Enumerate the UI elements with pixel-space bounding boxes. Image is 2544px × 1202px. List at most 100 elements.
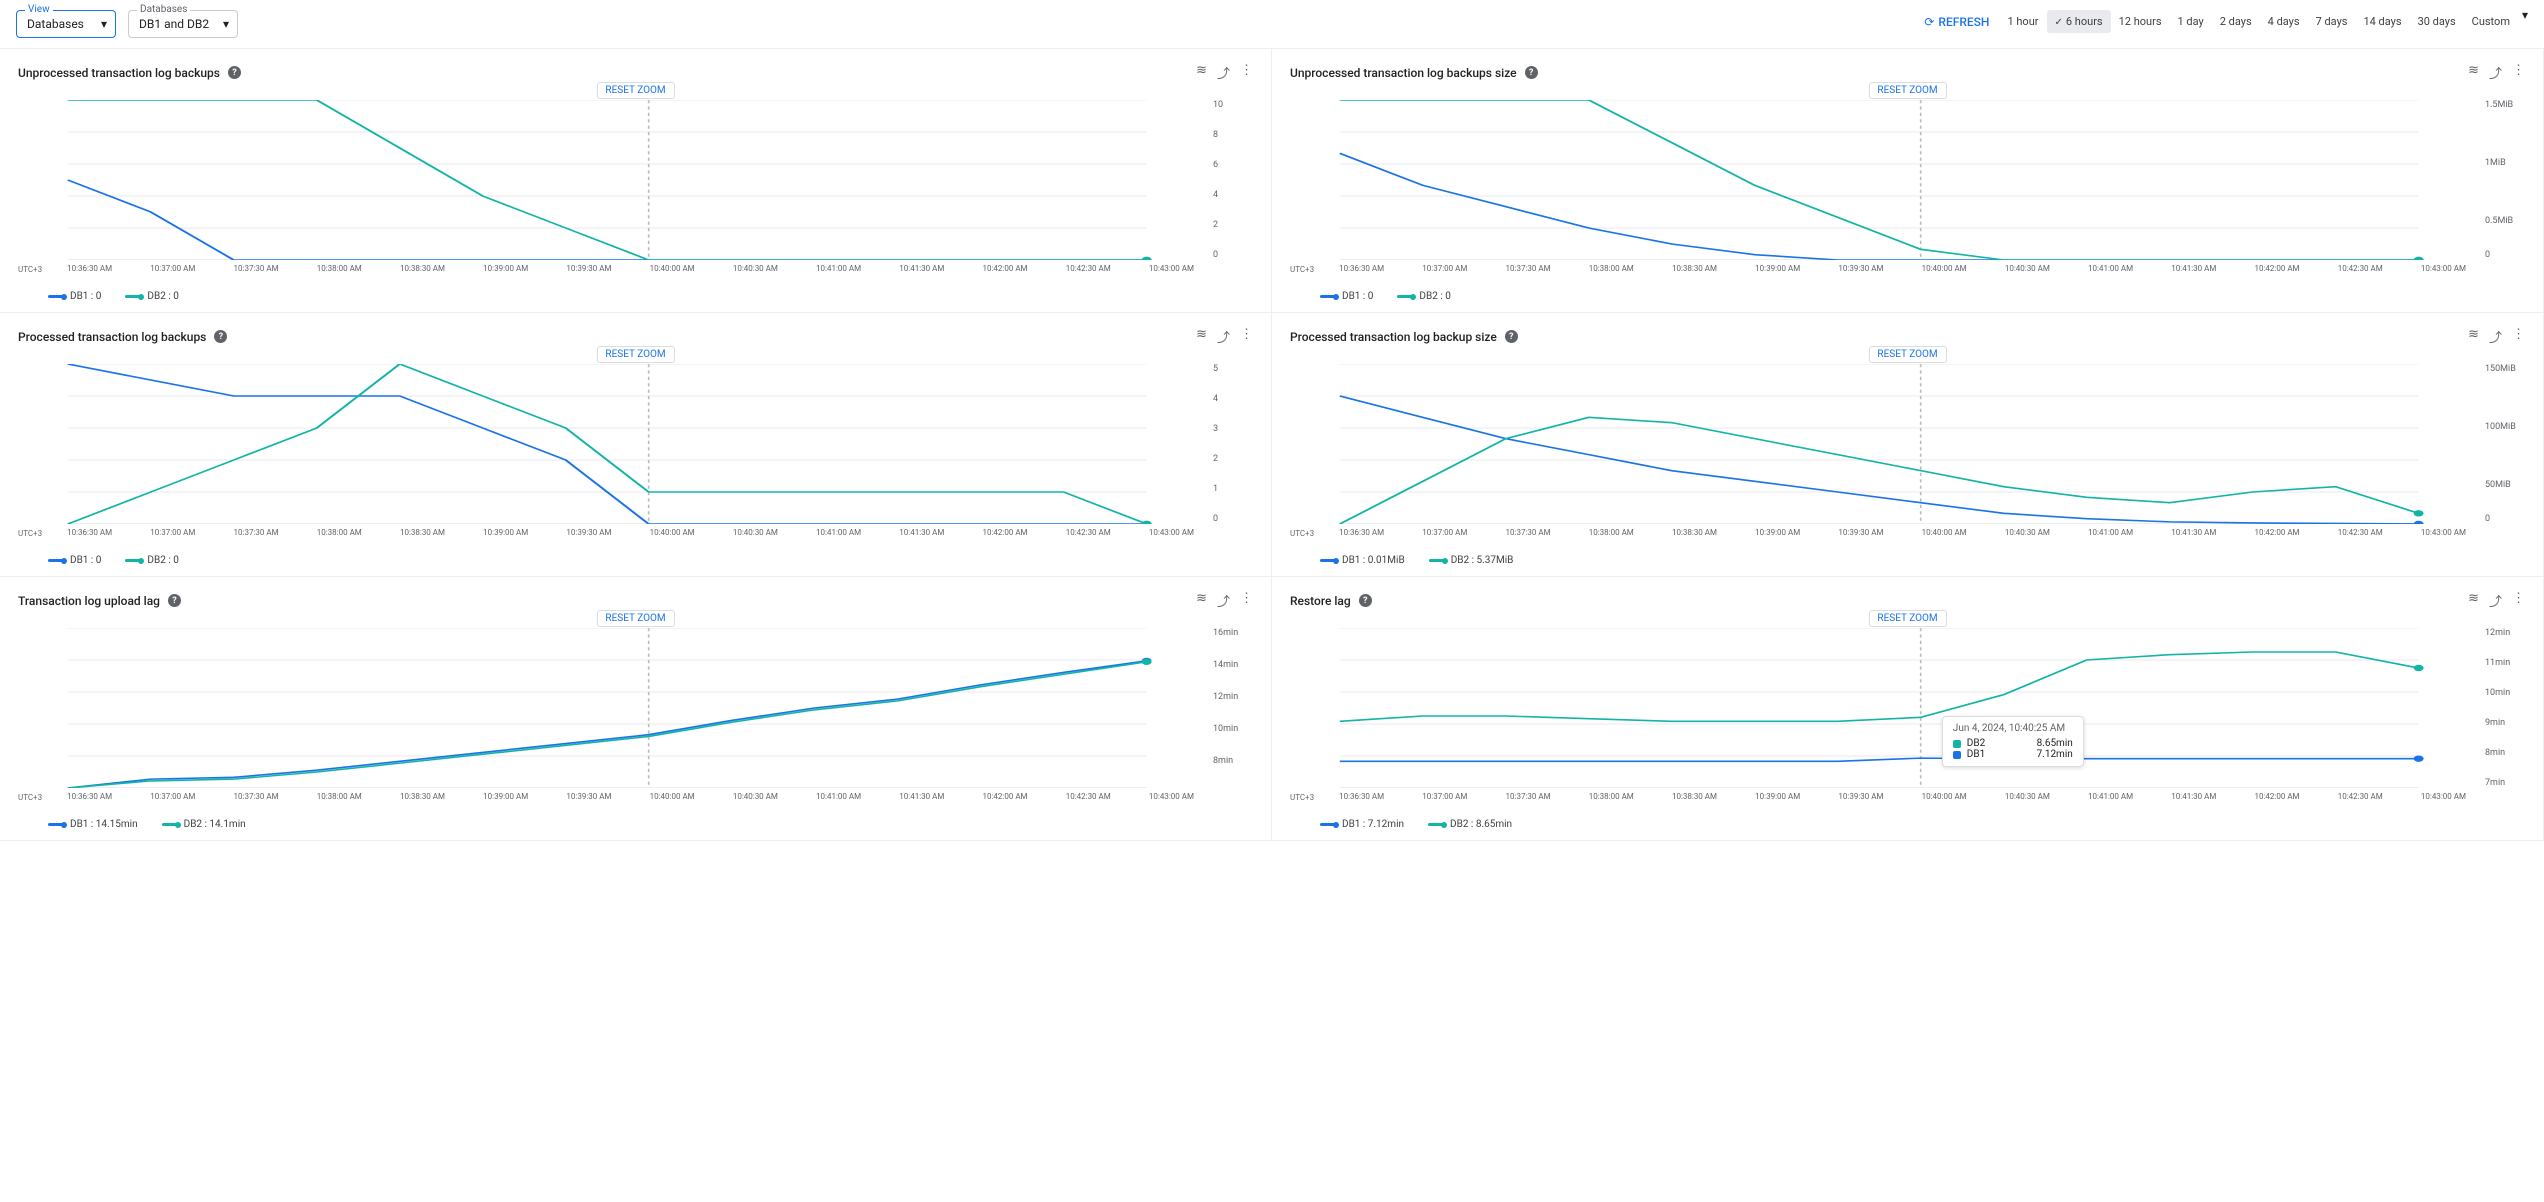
expand-legend-icon[interactable]: ≋ <box>2468 63 2479 82</box>
more-menu-icon[interactable]: ⋮ <box>1240 591 1253 610</box>
share-icon[interactable]: ⤴ <box>1217 327 1230 346</box>
view-dropdown-value: Databases <box>27 17 84 31</box>
more-menu-icon[interactable]: ⋮ <box>1240 327 1253 346</box>
reset-zoom-button[interactable]: RESET ZOOM <box>596 82 674 99</box>
reset-zoom-button[interactable]: RESET ZOOM <box>1868 610 1946 627</box>
chart-legend: DB1 : 0.01MiB DB2 : 5.37MiB <box>1290 555 2525 566</box>
time-range-bar: ⟳ REFRESH 1 hour6 hours12 hours1 day2 da… <box>1916 10 2528 33</box>
time-range-7-days[interactable]: 7 days <box>2308 10 2356 33</box>
legend-swatch <box>1953 740 1961 748</box>
legend-label: DB1 : 0 <box>70 555 101 566</box>
databases-dropdown[interactable]: Databases DB1 and DB2 ▾ <box>128 10 238 38</box>
share-icon[interactable]: ⤴ <box>2489 591 2502 610</box>
legend-item-DB1[interactable]: DB1 : 14.15min <box>48 819 138 830</box>
view-dropdown[interactable]: View Databases ▾ <box>16 10 116 38</box>
expand-legend-icon[interactable]: ≋ <box>1196 63 1207 82</box>
filter-bar: View Databases ▾ Databases DB1 and DB2 ▾… <box>0 0 2544 49</box>
share-icon[interactable]: ⤴ <box>1217 591 1230 610</box>
legend-item-DB2[interactable]: DB2 : 0 <box>125 555 178 566</box>
legend-item-DB2[interactable]: DB2 : 14.1min <box>162 819 246 830</box>
expand-legend-icon[interactable]: ≋ <box>1196 327 1207 346</box>
legend-swatch <box>1953 751 1961 759</box>
legend-label: DB1 : 0 <box>1342 291 1373 302</box>
chart-legend: DB1 : 7.12min DB2 : 8.65min <box>1290 819 2525 830</box>
help-icon[interactable]: ? <box>1505 330 1518 343</box>
chart-plot-area[interactable]: RESET ZOOM1.5MiB1MiB0.5MiB0UTC+3 <box>1290 100 2525 260</box>
help-icon[interactable]: ? <box>214 330 227 343</box>
chart-title: Unprocessed transaction log backups size <box>1290 66 1517 80</box>
legend-item-DB2[interactable]: DB2 : 8.65min <box>1428 819 1512 830</box>
legend-swatch <box>1429 559 1445 562</box>
expand-legend-icon[interactable]: ≋ <box>2468 591 2479 610</box>
chart-card-c1: Unprocessed transaction log backups?≋⤴⋮R… <box>0 49 1272 313</box>
share-icon[interactable]: ⤴ <box>2489 327 2502 346</box>
tooltip-series-value: 8.65min <box>2037 738 2073 749</box>
reset-zoom-button[interactable]: RESET ZOOM <box>596 346 674 363</box>
more-menu-icon[interactable]: ⋮ <box>2512 591 2525 610</box>
legend-item-DB2[interactable]: DB2 : 0 <box>125 291 178 302</box>
reset-zoom-button[interactable]: RESET ZOOM <box>1868 82 1946 99</box>
legend-label: DB1 : 0 <box>70 291 101 302</box>
x-axis-labels: 10:36:30 AM10:37:00 AM10:37:30 AM10:38:0… <box>18 264 1253 273</box>
time-range-2-days[interactable]: 2 days <box>2212 10 2260 33</box>
help-icon[interactable]: ? <box>1525 66 1538 79</box>
legend-swatch <box>162 823 178 826</box>
legend-item-DB1[interactable]: DB1 : 0 <box>48 291 101 302</box>
time-range-30-days[interactable]: 30 days <box>2410 10 2464 33</box>
legend-label: DB2 : 8.65min <box>1450 819 1512 830</box>
timezone-label: UTC+3 <box>1290 265 1314 274</box>
legend-item-DB1[interactable]: DB1 : 7.12min <box>1320 819 1404 830</box>
help-icon[interactable]: ? <box>1359 594 1372 607</box>
expand-legend-icon[interactable]: ≋ <box>2468 327 2479 346</box>
time-range-4-days[interactable]: 4 days <box>2260 10 2308 33</box>
legend-swatch <box>48 823 64 826</box>
databases-dropdown-label: Databases <box>137 4 190 15</box>
legend-item-DB2[interactable]: DB2 : 0 <box>1397 291 1450 302</box>
chart-legend: DB1 : 0 DB2 : 0 <box>1290 291 2525 302</box>
time-range-1-day[interactable]: 1 day <box>2170 10 2212 33</box>
legend-item-DB1[interactable]: DB1 : 0.01MiB <box>1320 555 1405 566</box>
legend-item-DB2[interactable]: DB2 : 5.37MiB <box>1429 555 1514 566</box>
chart-plot-area[interactable]: RESET ZOOM12min11min10min9min8min7minUTC… <box>1290 628 2525 788</box>
legend-swatch <box>1397 295 1413 298</box>
help-icon[interactable]: ? <box>228 66 241 79</box>
more-menu-icon[interactable]: ⋮ <box>2512 327 2525 346</box>
chart-plot-area[interactable]: RESET ZOOM543210UTC+3 <box>18 364 1253 524</box>
time-range-12-hours[interactable]: 12 hours <box>2111 10 2170 33</box>
share-icon[interactable]: ⤴ <box>2489 63 2502 82</box>
y-axis-labels: 12min11min10min9min8min7min <box>2485 628 2525 788</box>
time-range-6-hours[interactable]: 6 hours <box>2047 10 2111 33</box>
legend-item-DB1[interactable]: DB1 : 0 <box>1320 291 1373 302</box>
chart-plot-area[interactable]: RESET ZOOM16min14min12min10min8minUTC+3 <box>18 628 1253 788</box>
chart-title: Restore lag <box>1290 594 1351 608</box>
refresh-button[interactable]: ⟳ REFRESH <box>1916 11 1997 33</box>
chart-plot-area[interactable]: RESET ZOOM1086420UTC+3 <box>18 100 1253 260</box>
chart-card-c6: Restore lag?≋⤴⋮RESET ZOOM12min11min10min… <box>1272 577 2544 841</box>
refresh-label: REFRESH <box>1938 15 1989 29</box>
chevron-down-icon: ▾ <box>223 17 229 31</box>
timezone-label: UTC+3 <box>18 529 42 538</box>
more-menu-icon[interactable]: ⋮ <box>2512 63 2525 82</box>
legend-item-DB1[interactable]: DB1 : 0 <box>48 555 101 566</box>
time-range-14-days[interactable]: 14 days <box>2355 10 2409 33</box>
more-menu-icon[interactable]: ⋮ <box>1240 63 1253 82</box>
time-range-1-hour[interactable]: 1 hour <box>1999 10 2046 33</box>
reset-zoom-button[interactable]: RESET ZOOM <box>1868 346 1946 363</box>
legend-swatch <box>125 559 141 562</box>
chart-card-c2: Unprocessed transaction log backups size… <box>1272 49 2544 313</box>
reset-zoom-button[interactable]: RESET ZOOM <box>596 610 674 627</box>
x-axis-labels: 10:36:30 AM10:37:00 AM10:37:30 AM10:38:0… <box>1290 264 2525 273</box>
timezone-label: UTC+3 <box>1290 793 1314 802</box>
chevron-down-icon[interactable]: ▾ <box>2522 8 2528 22</box>
legend-swatch <box>48 295 64 298</box>
legend-label: DB2 : 0 <box>147 555 178 566</box>
share-icon[interactable]: ⤴ <box>1217 63 1230 82</box>
databases-dropdown-value: DB1 and DB2 <box>139 17 209 31</box>
time-range-Custom[interactable]: Custom <box>2464 10 2518 33</box>
expand-legend-icon[interactable]: ≋ <box>1196 591 1207 610</box>
help-icon[interactable]: ? <box>168 594 181 607</box>
refresh-icon: ⟳ <box>1924 15 1934 29</box>
chart-plot-area[interactable]: RESET ZOOM150MiB100MiB50MiB0UTC+3 <box>1290 364 2525 524</box>
y-axis-labels: 1086420 <box>1213 100 1253 260</box>
tooltip-series-name: DB2 <box>1967 738 1985 749</box>
